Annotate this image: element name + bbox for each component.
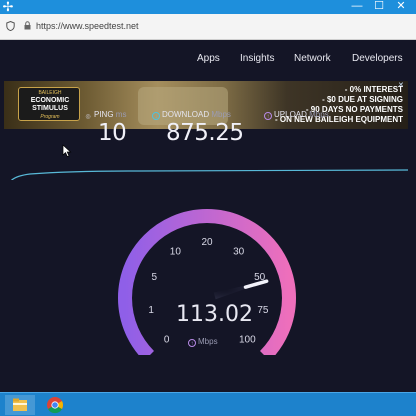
address-bar[interactable]: https://www.speedtest.net: [0, 14, 416, 40]
gauge-tick-label: 100: [239, 334, 256, 345]
ad-close-icon[interactable]: ✕: [398, 82, 406, 90]
minimize-button[interactable]: —: [346, 0, 368, 14]
lock-icon: [24, 21, 31, 33]
nav-apps[interactable]: Apps: [197, 53, 220, 67]
ad-headline: ECONOMIC: [30, 97, 70, 104]
upload-icon: ↑: [188, 339, 196, 347]
chrome-icon: [47, 397, 64, 414]
upload-unit: Mbps: [309, 110, 329, 119]
gauge-tick-label: 30: [233, 247, 245, 258]
ad-offer-line: - $0 DUE AT SIGNING: [322, 95, 403, 104]
nav-insights[interactable]: Insights: [240, 53, 274, 67]
download-icon: ↓: [152, 112, 160, 120]
gauge-tick-label: 5: [152, 272, 158, 283]
shield-icon[interactable]: [6, 20, 15, 34]
ping-icon: ◎: [85, 114, 91, 120]
file-explorer-button[interactable]: [5, 395, 35, 415]
gauge-tick-label: 20: [201, 237, 213, 248]
mouse-cursor-icon: [62, 144, 72, 158]
ad-logo: BAILEIGH ECONOMIC STIMULUS Program: [18, 87, 80, 121]
taskbar: [0, 392, 416, 416]
current-speed-value: 113.02: [176, 302, 253, 327]
ad-tagline: Program: [40, 114, 60, 120]
ad-brand: BAILEIGH: [38, 90, 62, 96]
gauge-tick-label: 75: [257, 305, 269, 316]
file-explorer-icon: [13, 398, 27, 411]
download-unit: Mbps: [211, 110, 231, 119]
gauge-tick-label: 1: [148, 305, 154, 316]
window-titlebar: ✢ — ☐ ✕: [0, 0, 416, 14]
nav-network[interactable]: Network: [294, 53, 331, 67]
gauge-tick-label: 0: [164, 334, 170, 345]
upload-label: ↑ UPLOAD Mbps: [264, 110, 329, 120]
nav-developers[interactable]: Developers: [352, 53, 403, 67]
download-label: ↓ DOWNLOAD Mbps: [152, 110, 231, 120]
ad-offer-line: - 0% INTEREST: [344, 85, 403, 94]
download-graph-line: [10, 169, 409, 180]
url-field[interactable]: https://www.speedtest.net: [36, 21, 139, 31]
chrome-button[interactable]: [40, 395, 70, 415]
current-speed-unit: ↑ Mbps: [188, 337, 218, 347]
maximize-button[interactable]: ☐: [368, 0, 390, 14]
gauge-tick-label: 10: [170, 247, 182, 258]
move-icon[interactable]: ✢: [2, 0, 14, 14]
upload-icon: ↑: [264, 112, 272, 120]
speed-gauge: 0151020305075100: [118, 209, 296, 355]
ping-unit: ms: [115, 110, 127, 119]
close-button[interactable]: ✕: [390, 0, 412, 14]
ad-headline-2: STIMULUS: [32, 105, 68, 112]
